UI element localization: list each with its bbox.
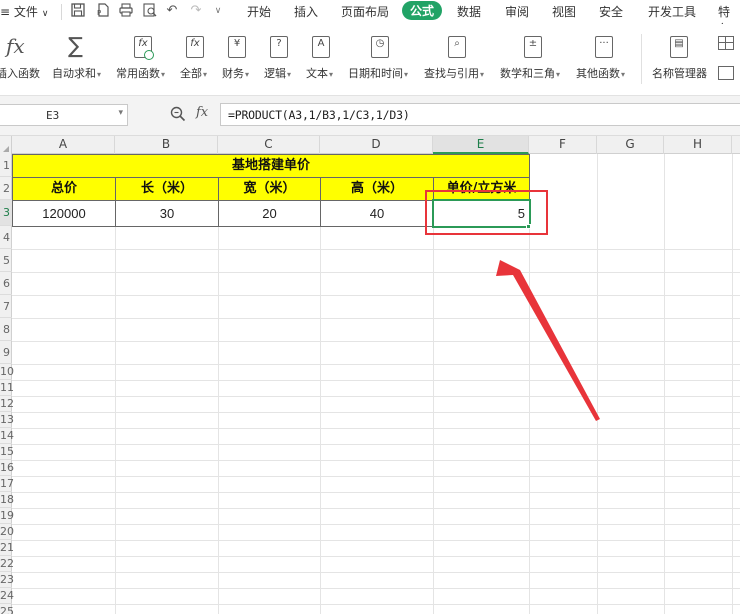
autosum-button[interactable]: ∑ 自动求和▾ [50, 24, 104, 94]
text-function-label: 文本▾ [306, 67, 334, 80]
tab-insert[interactable]: 插入 [294, 3, 318, 20]
tab-home[interactable]: 开始 [247, 3, 271, 20]
chevron-down-icon: ▾ [329, 70, 334, 79]
chevron-down-icon: ▾ [97, 70, 102, 79]
quick-access-chevron-icon[interactable]: ∨ [210, 3, 226, 19]
date-time-icon: ◷ [371, 36, 393, 60]
name-box-value: E3 [46, 109, 60, 122]
chevron-down-icon[interactable]: ▾ [118, 108, 123, 118]
math-trig-button[interactable]: ± 数学和三角▾ [500, 24, 568, 94]
chevron-down-icon: ▾ [203, 70, 208, 79]
sigma-icon: ∑ [68, 34, 83, 59]
name-manager-button[interactable]: ▤ 名称管理器 [650, 24, 712, 94]
insert-function-button[interactable]: fx 插入函数 [0, 24, 44, 94]
finance-label: 财务▾ [222, 67, 250, 80]
print-icon[interactable] [118, 3, 134, 19]
text-function-icon: A [312, 36, 334, 60]
svg-text:P: P [97, 9, 101, 17]
chevron-down-icon: ▾ [287, 70, 292, 79]
logic-icon: ? [270, 36, 292, 60]
spreadsheet-grid: A B C D E F G H 1 2 3 4 5 6 7 8 9 10 11 … [0, 136, 740, 614]
formula-text: =PRODUCT(A3,1/B3,1/C3,1/D3) [228, 108, 410, 122]
file-menu[interactable]: ≡ 文件 ∨ [0, 3, 49, 20]
chevron-down-icon: ▾ [556, 70, 561, 79]
chevron-down-icon: ∨ [41, 9, 49, 19]
math-trig-icon: ± [524, 36, 546, 60]
tab-review[interactable]: 审阅 [505, 3, 529, 20]
chevron-down-icon: ▾ [161, 70, 166, 79]
ribbon-separator [641, 34, 642, 84]
tab-view[interactable]: 视图 [552, 3, 576, 20]
autosum-label: 自动求和▾ [52, 67, 102, 80]
zoom-lookup-icon[interactable] [170, 106, 186, 122]
lookup-reference-icon: ⌕ [448, 36, 470, 60]
more-functions-icon: ··· [595, 36, 617, 60]
table-grid-icon[interactable] [718, 36, 734, 50]
print-preview-icon[interactable] [142, 3, 158, 19]
math-trig-label: 数学和三角▾ [500, 67, 561, 80]
formula-input[interactable]: =PRODUCT(A3,1/B3,1/C3,1/D3) [220, 103, 740, 126]
all-functions-button[interactable]: fx 全部▾ [180, 24, 216, 94]
lookup-reference-button[interactable]: ⌕ 查找与引用▾ [424, 24, 492, 94]
tab-formulas[interactable]: 公式 [402, 1, 443, 20]
date-time-label: 日期和时间▾ [348, 67, 409, 80]
tab-page-layout[interactable]: 页面布局 [341, 3, 389, 20]
all-functions-label: 全部▾ [180, 67, 208, 80]
chevron-down-icon: ▾ [480, 70, 485, 79]
fx-large-icon: fx [6, 34, 25, 58]
finance-button[interactable]: ¥ 财务▾ [222, 24, 258, 94]
more-functions-label: 其他函数▾ [576, 67, 626, 80]
name-manager-icon: ▤ [670, 36, 692, 60]
redo-icon[interactable]: ↷ [188, 3, 204, 19]
common-functions-label: 常用函数▾ [116, 67, 166, 80]
menu-separator [61, 4, 62, 20]
file-menu-label: 文件 [13, 5, 38, 19]
ribbon: fx 插入函数 ∑ 自动求和▾ fx 常用函数▾ fx 全部▾ ¥ 财务▾ ? … [0, 24, 740, 96]
undo-icon[interactable]: ↶ [164, 3, 180, 19]
logic-label: 逻辑▾ [264, 67, 292, 80]
fx-icon[interactable]: fx [196, 105, 208, 120]
insert-function-label: 插入函数 [0, 67, 40, 80]
lookup-reference-label: 查找与引用▾ [424, 67, 485, 80]
formula-bar: E3 ▾ fx =PRODUCT(A3,1/B3,1/C3,1/D3) [0, 96, 740, 136]
tab-data[interactable]: 数据 [457, 3, 481, 20]
common-functions-button[interactable]: fx 常用函数▾ [114, 24, 174, 94]
logic-button[interactable]: ? 逻辑▾ [264, 24, 300, 94]
name-manager-label: 名称管理器 [652, 67, 707, 80]
annotation-arrow [496, 260, 600, 421]
text-function-button[interactable]: A 文本▾ [306, 24, 342, 94]
export-icon[interactable]: P [94, 3, 110, 19]
hamburger-icon: ≡ [0, 5, 11, 19]
name-box[interactable]: E3 ▾ [0, 104, 128, 126]
tab-developer[interactable]: 开发工具 [648, 3, 696, 20]
chevron-down-icon: ▾ [245, 70, 250, 79]
formula-audit-icon[interactable] [718, 66, 734, 80]
finance-icon: ¥ [228, 36, 250, 60]
chevron-down-icon: ▾ [621, 70, 626, 79]
tab-security[interactable]: 安全 [599, 3, 623, 20]
all-functions-icon: fx [186, 36, 208, 60]
more-functions-button[interactable]: ··· 其他函数▾ [576, 24, 634, 94]
chevron-down-icon: ▾ [404, 70, 409, 79]
save-icon[interactable] [70, 3, 86, 19]
menu-bar: ≡ 文件 ∨ P ↶ ↷ ∨ 开始 插入 页面布局 公式 数据 审阅 视图 安全 … [0, 0, 740, 36]
common-function-icon: fx [134, 36, 156, 60]
date-time-button[interactable]: ◷ 日期和时间▾ [348, 24, 414, 94]
